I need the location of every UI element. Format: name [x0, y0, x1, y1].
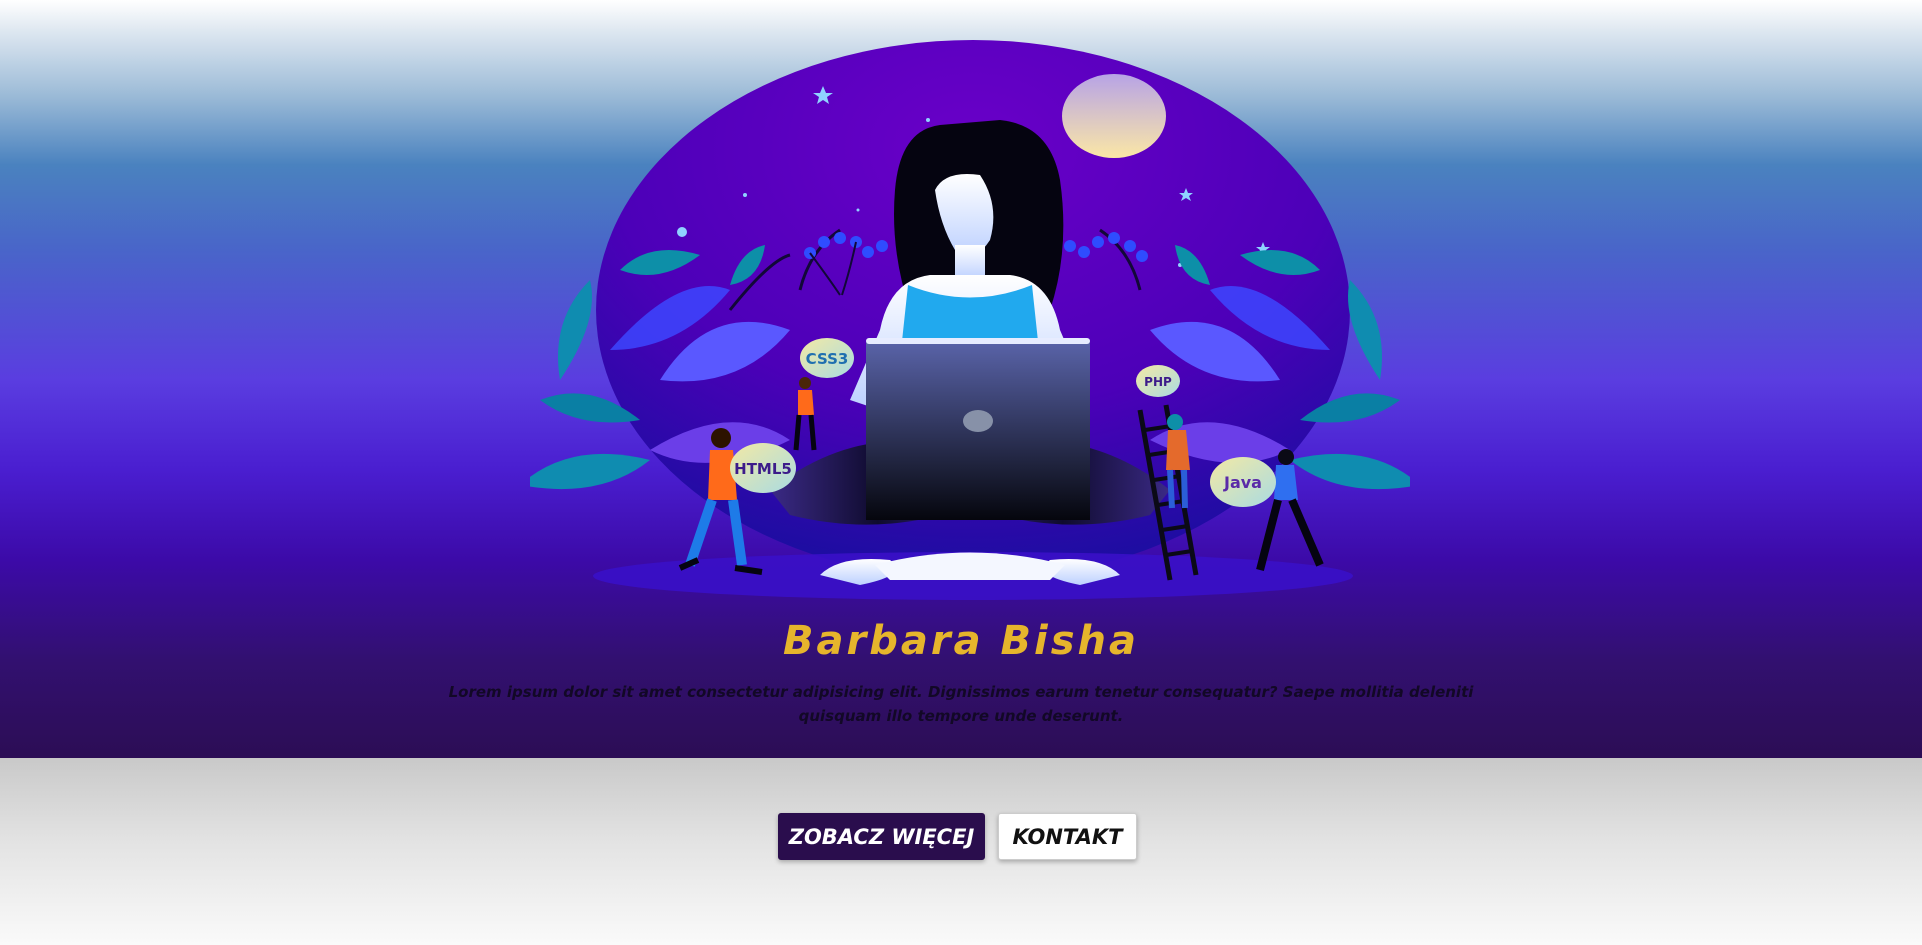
skill-bubble-html5: HTML5: [730, 443, 796, 493]
person-description: Lorem ipsum dolor sit amet consectetur a…: [448, 683, 1474, 725]
developer-illustration: CSS3 HTML5 PHP Java: [530, 40, 1410, 600]
skill-bubble-php: PHP: [1136, 365, 1180, 397]
moon-icon: [1062, 74, 1166, 158]
skill-bubble-java: Java: [1210, 457, 1276, 507]
skill-label-css3: CSS3: [806, 350, 849, 368]
hero-section: CSS3 HTML5 PHP Java Barbara Bisha Lorem …: [0, 0, 1922, 758]
contact-button[interactable]: KONTAKT: [998, 813, 1137, 860]
see-more-button[interactable]: ZOBACZ WIĘCEJ: [778, 813, 985, 860]
person-name: Barbara Bisha: [783, 618, 1139, 664]
skill-bubble-css3: CSS3: [800, 338, 854, 378]
actions-section: ZOBACZ WIĘCEJ KONTAKT: [0, 758, 1922, 945]
skill-label-java: Java: [1223, 473, 1262, 492]
skill-label-php: PHP: [1144, 375, 1172, 389]
laptop-icon: [866, 338, 1090, 520]
skill-label-html5: HTML5: [734, 460, 792, 478]
